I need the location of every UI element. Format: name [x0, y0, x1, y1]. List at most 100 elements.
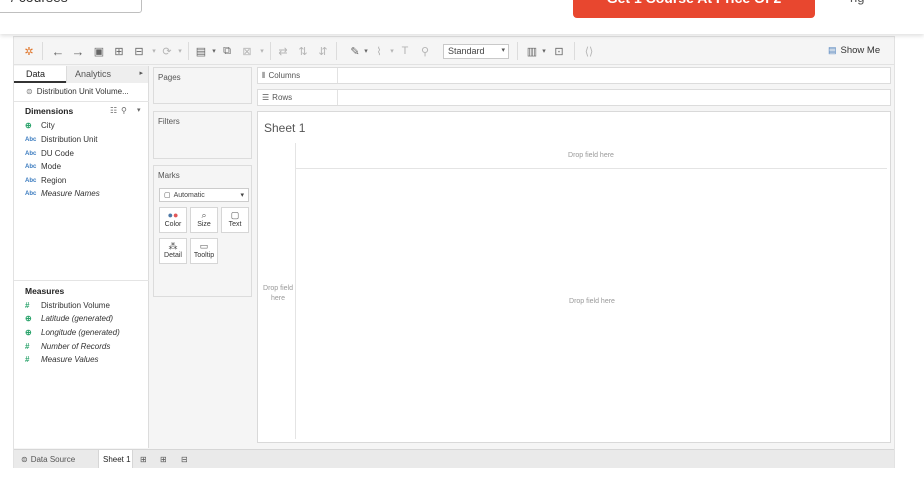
text-icon: ▢	[230, 210, 240, 220]
sheet-title[interactable]: Sheet 1	[264, 121, 305, 135]
chevron-down-icon[interactable]: ▾	[388, 43, 396, 59]
new-dashboard-icon[interactable]: ⊞	[160, 450, 172, 468]
sort-descending-icon[interactable]: ⇵	[316, 43, 330, 59]
chevron-down-icon: ▾	[501, 47, 505, 54]
size-icon: ⌕	[201, 210, 207, 220]
dimensions-title: Dimensions	[25, 106, 74, 116]
field-du-code[interactable]: Abc DU Code	[25, 149, 74, 158]
chevron-down-icon[interactable]: ▾	[176, 43, 184, 59]
tooltip-button[interactable]: ▭ Tooltip	[190, 238, 218, 264]
sheet1-tab[interactable]: Sheet 1	[98, 450, 133, 468]
chevron-down-icon[interactable]: ▾	[362, 43, 370, 59]
hash-icon: #	[25, 355, 30, 364]
view-canvas: Sheet 1 Drop field here Drop field here …	[257, 111, 891, 443]
size-button[interactable]: ⌕ Size	[190, 207, 218, 233]
pages-card[interactable]: Pages	[153, 67, 252, 104]
data-pane: Data Analytics ▸ ⊜ Distribution Unit Volu…	[14, 66, 149, 448]
presentation-icon[interactable]: ⊡	[552, 43, 566, 59]
rows-shelf[interactable]: ☰ Rows	[257, 89, 891, 106]
search-box[interactable]: / courses	[0, 0, 142, 13]
database-icon: ⊜	[26, 87, 33, 96]
detail-button[interactable]: ⁂ Detail	[159, 238, 187, 264]
header-link[interactable]: ng	[850, 0, 864, 5]
measures-title: Measures	[25, 286, 65, 296]
save-icon[interactable]: ▣	[92, 43, 106, 59]
field-distribution-volume[interactable]: # Distribution Volume	[25, 301, 110, 310]
new-worksheet-icon[interactable]: ▤	[194, 43, 208, 59]
marks-card: Marks ▢ Automatic ▾ ●● Color ⌕ Size ▢ Text ⁂…	[153, 165, 252, 297]
chevron-down-icon[interactable]: ▾	[540, 43, 548, 59]
toolbar: ✲ ← → ▣ ⊞ ⊟ ▾ ⟳ ▾ ▤ ▾ ⧉ ⊠ ▾ ⇄ ⇅ ⇵ ✎ ▾ ⌇ …	[14, 37, 894, 65]
globe-icon: ⊕	[25, 121, 32, 130]
chevron-down-icon[interactable]: ▾	[210, 43, 218, 59]
field-longitude[interactable]: ⊕ Longitude (generated)	[25, 328, 120, 337]
globe-icon: ⊕	[25, 328, 32, 337]
redo-icon[interactable]: →	[71, 43, 85, 59]
show-cards-icon[interactable]: ▥	[525, 43, 539, 59]
filters-card[interactable]: Filters	[153, 111, 252, 159]
columns-icon: ⦀	[262, 71, 266, 80]
fit-select[interactable]: Standard ▾	[443, 44, 509, 59]
database-icon: ⊜	[21, 454, 28, 464]
field-measure-values[interactable]: # Measure Values	[25, 355, 99, 364]
hash-icon: #	[25, 342, 30, 351]
highlight-icon[interactable]: ✎	[348, 43, 362, 59]
field-city[interactable]: ⊕ City	[25, 121, 55, 130]
collapse-icon[interactable]: ▸	[139, 69, 143, 77]
row-drop-zone[interactable]: Drop field here	[263, 284, 293, 304]
group-icon[interactable]: ⌇	[372, 43, 386, 59]
globe-icon: ⊕	[25, 314, 32, 323]
columns-shelf[interactable]: ⦀ Columns	[257, 67, 891, 84]
sheet-tabs-bar: ⊜ Data Source Sheet 1 ⊞ ⊞ ⊟	[14, 449, 894, 468]
labels-icon[interactable]: T	[398, 43, 412, 59]
abc-icon: Abc	[25, 163, 37, 170]
mark-type-select[interactable]: ▢ Automatic ▾	[159, 188, 249, 202]
new-worksheet-icon[interactable]: ⊞	[140, 450, 152, 468]
show-me-button[interactable]: ▤ Show Me	[828, 45, 880, 56]
chevron-down-icon: ▾	[240, 192, 244, 199]
tab-analytics[interactable]: Analytics ▸	[66, 66, 148, 83]
chart-icon: ▤	[828, 45, 837, 55]
field-distribution-unit[interactable]: Abc Distribution Unit	[25, 135, 97, 144]
abc-icon: Abc	[25, 190, 37, 197]
rows-icon: ☰	[262, 93, 270, 102]
duplicate-icon[interactable]: ⧉	[220, 43, 234, 59]
tableau-logo-icon[interactable]: ✲	[22, 43, 36, 59]
chevron-down-icon[interactable]: ▾	[150, 43, 158, 59]
share-icon[interactable]: ⟨⟩	[582, 43, 596, 59]
center-drop-zone[interactable]: Drop field here	[296, 298, 888, 305]
new-datasource-icon[interactable]: ⊞	[112, 43, 126, 59]
abc-icon: Abc	[25, 177, 37, 184]
hash-icon: #	[25, 301, 30, 310]
chevron-down-icon[interactable]: ▾	[258, 43, 266, 59]
detail-icon: ⁂	[168, 241, 178, 251]
pin-icon[interactable]: ⚲	[418, 43, 432, 59]
search-icon[interactable]: ⚲	[121, 106, 127, 115]
cta-button[interactable]: Get 1 Course At Price Of 2	[573, 0, 815, 18]
chevron-down-icon[interactable]: ▾	[137, 106, 141, 114]
refresh-icon[interactable]: ⟳	[160, 43, 174, 59]
swap-icon[interactable]: ⇄	[276, 43, 290, 59]
field-mode[interactable]: Abc Mode	[25, 162, 61, 171]
pause-updates-icon[interactable]: ⊟	[132, 43, 146, 59]
view-icon[interactable]: ☷	[110, 106, 117, 115]
tooltip-icon: ▭	[199, 241, 209, 251]
new-story-icon[interactable]: ⊟	[181, 450, 193, 468]
field-measure-names[interactable]: Abc Measure Names	[25, 189, 100, 198]
datasource-item[interactable]: ⊜ Distribution Unit Volume...	[26, 87, 129, 96]
sort-ascending-icon[interactable]: ⇅	[296, 43, 310, 59]
field-region[interactable]: Abc Region	[25, 176, 66, 185]
mark-type-icon: ▢	[164, 192, 171, 199]
tab-data[interactable]: Data	[14, 66, 66, 83]
field-latitude[interactable]: ⊕ Latitude (generated)	[25, 314, 113, 323]
clear-sheet-icon[interactable]: ⊠	[240, 43, 254, 59]
color-icon: ●●	[167, 210, 179, 220]
column-drop-zone[interactable]: Drop field here	[295, 143, 887, 169]
data-source-tab[interactable]: ⊜ Data Source	[18, 450, 96, 468]
abc-icon: Abc	[25, 150, 37, 157]
abc-icon: Abc	[25, 136, 37, 143]
undo-icon[interactable]: ←	[51, 43, 65, 59]
text-button[interactable]: ▢ Text	[221, 207, 249, 233]
color-button[interactable]: ●● Color	[159, 207, 187, 233]
field-number-of-records[interactable]: # Number of Records	[25, 342, 110, 351]
